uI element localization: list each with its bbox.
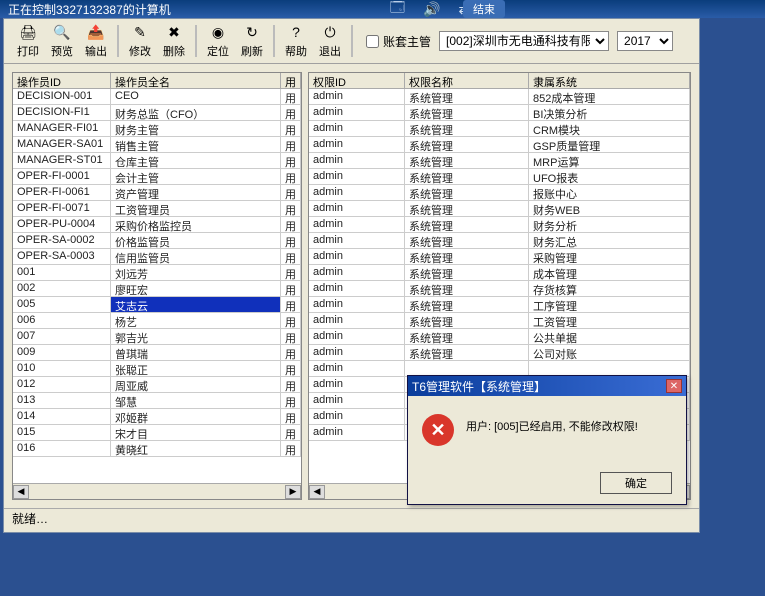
table-row[interactable]: admin系统管理成本管理: [309, 265, 690, 281]
预览-icon: 🔍: [53, 23, 71, 41]
table-row[interactable]: MANAGER-SA01销售主管用: [13, 137, 301, 153]
dialog-titlebar[interactable]: T6管理软件【系统管理】 ✕: [408, 376, 686, 396]
toolbar: 🖨打印🔍预览📤输出 ✎修改✖删除 ◉定位↻刷新 ?帮助⏻退出 账套主管 [002]深圳市无…: [4, 19, 699, 64]
end-button[interactable]: 结束: [463, 0, 505, 18]
table-row[interactable]: 009曾琪瑞用: [13, 345, 301, 361]
table-row[interactable]: OPER-SA-0003信用监管员用: [13, 249, 301, 265]
remote-titlebar: 正在控制3327132387的计算机 🗔 🔊 ⇄ ✚ 结束: [0, 0, 765, 18]
table-row[interactable]: OPER-FI-0001会计主管用: [13, 169, 301, 185]
scroll-left-icon[interactable]: ◀: [13, 485, 29, 499]
table-row[interactable]: admin系统管理采购管理: [309, 249, 690, 265]
operators-header: 操作员ID 操作员全名 用: [13, 73, 301, 89]
dialog-title-text: T6管理软件【系统管理】: [412, 378, 546, 395]
scroll-right-icon[interactable]: ▶: [285, 485, 301, 499]
table-row[interactable]: admin系统管理工序管理: [309, 297, 690, 313]
table-row[interactable]: admin系统管理报账中心: [309, 185, 690, 201]
col-operator-name[interactable]: 操作员全名: [111, 73, 281, 88]
table-row[interactable]: admin系统管理工资管理: [309, 313, 690, 329]
table-row[interactable]: admin系统管理财务分析: [309, 217, 690, 233]
table-row[interactable]: 007郭吉光用: [13, 329, 301, 345]
table-row[interactable]: OPER-PU-0004采购价格监控员用: [13, 217, 301, 233]
table-row[interactable]: OPER-SA-0002价格监管员用: [13, 233, 301, 249]
year-select[interactable]: 2017: [617, 31, 673, 51]
table-row[interactable]: 015宋才目用: [13, 425, 301, 441]
table-row[interactable]: admin系统管理GSP质量管理: [309, 137, 690, 153]
table-row[interactable]: 010张聪正用: [13, 361, 301, 377]
dialog-body: ✕ 用户: [005]已经启用, 不能修改权限!: [408, 396, 686, 460]
table-row[interactable]: MANAGER-FI01财务主管用: [13, 121, 301, 137]
退出-button[interactable]: ⏻退出: [314, 23, 346, 59]
col-perm-system[interactable]: 隶属系统: [529, 73, 690, 88]
帮助-button[interactable]: ?帮助: [280, 23, 312, 59]
col-operator-use[interactable]: 用: [281, 73, 301, 88]
定位-button[interactable]: ◉定位: [202, 23, 234, 59]
修改-button[interactable]: ✎修改: [124, 23, 156, 59]
close-icon[interactable]: ✕: [666, 379, 682, 393]
table-row[interactable]: admin系统管理MRP运算: [309, 153, 690, 169]
table-row[interactable]: 006杨艺用: [13, 313, 301, 329]
table-row[interactable]: 005艾志云用: [13, 297, 301, 313]
打印-icon: 🖨: [19, 23, 37, 41]
帮助-icon: ?: [287, 23, 305, 41]
scroll-left-icon[interactable]: ◀: [309, 485, 325, 499]
修改-icon: ✎: [131, 23, 149, 41]
dialog-message: 用户: [005]已经启用, 不能修改权限!: [466, 410, 638, 434]
table-row[interactable]: OPER-FI-0061资产管理用: [13, 185, 301, 201]
预览-button[interactable]: 🔍预览: [46, 23, 78, 59]
operators-body[interactable]: DECISION-001CEO用DECISION-FI1财务总监（CFO）用MA…: [13, 89, 301, 483]
table-row[interactable]: admin系统管理财务汇总: [309, 233, 690, 249]
error-icon: ✕: [422, 414, 454, 446]
table-row[interactable]: OPER-FI-0071工资管理员用: [13, 201, 301, 217]
table-row[interactable]: 014邓姬群用: [13, 409, 301, 425]
打印-button[interactable]: 🖨打印: [12, 23, 44, 59]
table-row[interactable]: 013邹慧用: [13, 393, 301, 409]
输出-button[interactable]: 📤输出: [80, 23, 112, 59]
输出-icon: 📤: [87, 23, 105, 41]
remote-title-text: 正在控制3327132387的计算机: [8, 1, 171, 18]
删除-icon: ✖: [165, 23, 183, 41]
刷新-icon: ↻: [243, 23, 261, 41]
col-perm-name[interactable]: 权限名称: [405, 73, 529, 88]
table-row[interactable]: admin系统管理BI决策分析: [309, 105, 690, 121]
刷新-button[interactable]: ↻刷新: [236, 23, 268, 59]
table-row[interactable]: admin系统管理852成本管理: [309, 89, 690, 105]
account-supervisor-checkbox[interactable]: 账套主管: [366, 33, 431, 50]
table-row[interactable]: MANAGER-ST01仓库主管用: [13, 153, 301, 169]
col-operator-id[interactable]: 操作员ID: [13, 73, 111, 88]
table-row[interactable]: admin系统管理财务WEB: [309, 201, 690, 217]
table-row[interactable]: 001刘远芳用: [13, 265, 301, 281]
left-scrollbar[interactable]: ◀ ▶: [13, 483, 301, 499]
table-row[interactable]: admin系统管理公共单据: [309, 329, 690, 345]
table-row[interactable]: admin系统管理CRM模块: [309, 121, 690, 137]
permissions-header: 权限ID 权限名称 隶属系统: [309, 73, 690, 89]
table-row[interactable]: admin系统管理公司对账: [309, 345, 690, 361]
table-row[interactable]: admin系统管理存货核算: [309, 281, 690, 297]
table-row[interactable]: DECISION-FI1财务总监（CFO）用: [13, 105, 301, 121]
table-row[interactable]: DECISION-001CEO用: [13, 89, 301, 105]
statusbar: 就绪…: [4, 508, 699, 528]
ok-button[interactable]: 确定: [600, 472, 672, 494]
退出-icon: ⏻: [321, 23, 339, 41]
message-dialog: T6管理软件【系统管理】 ✕ ✕ 用户: [005]已经启用, 不能修改权限! …: [407, 375, 687, 505]
table-row[interactable]: 016黄晓红用: [13, 441, 301, 457]
sound-icon[interactable]: 🔊: [423, 1, 440, 18]
status-text: 就绪…: [12, 510, 48, 527]
删除-button[interactable]: ✖删除: [158, 23, 190, 59]
company-select[interactable]: [002]深圳市无电通科技有限公司: [439, 31, 609, 51]
operators-pane: 操作员ID 操作员全名 用 DECISION-001CEO用DECISION-F…: [12, 72, 302, 500]
table-row[interactable]: admin系统管理UFO报表: [309, 169, 690, 185]
col-perm-id[interactable]: 权限ID: [309, 73, 405, 88]
table-row[interactable]: 012周亚威用: [13, 377, 301, 393]
定位-icon: ◉: [209, 23, 227, 41]
table-row[interactable]: 002廖旺宏用: [13, 281, 301, 297]
